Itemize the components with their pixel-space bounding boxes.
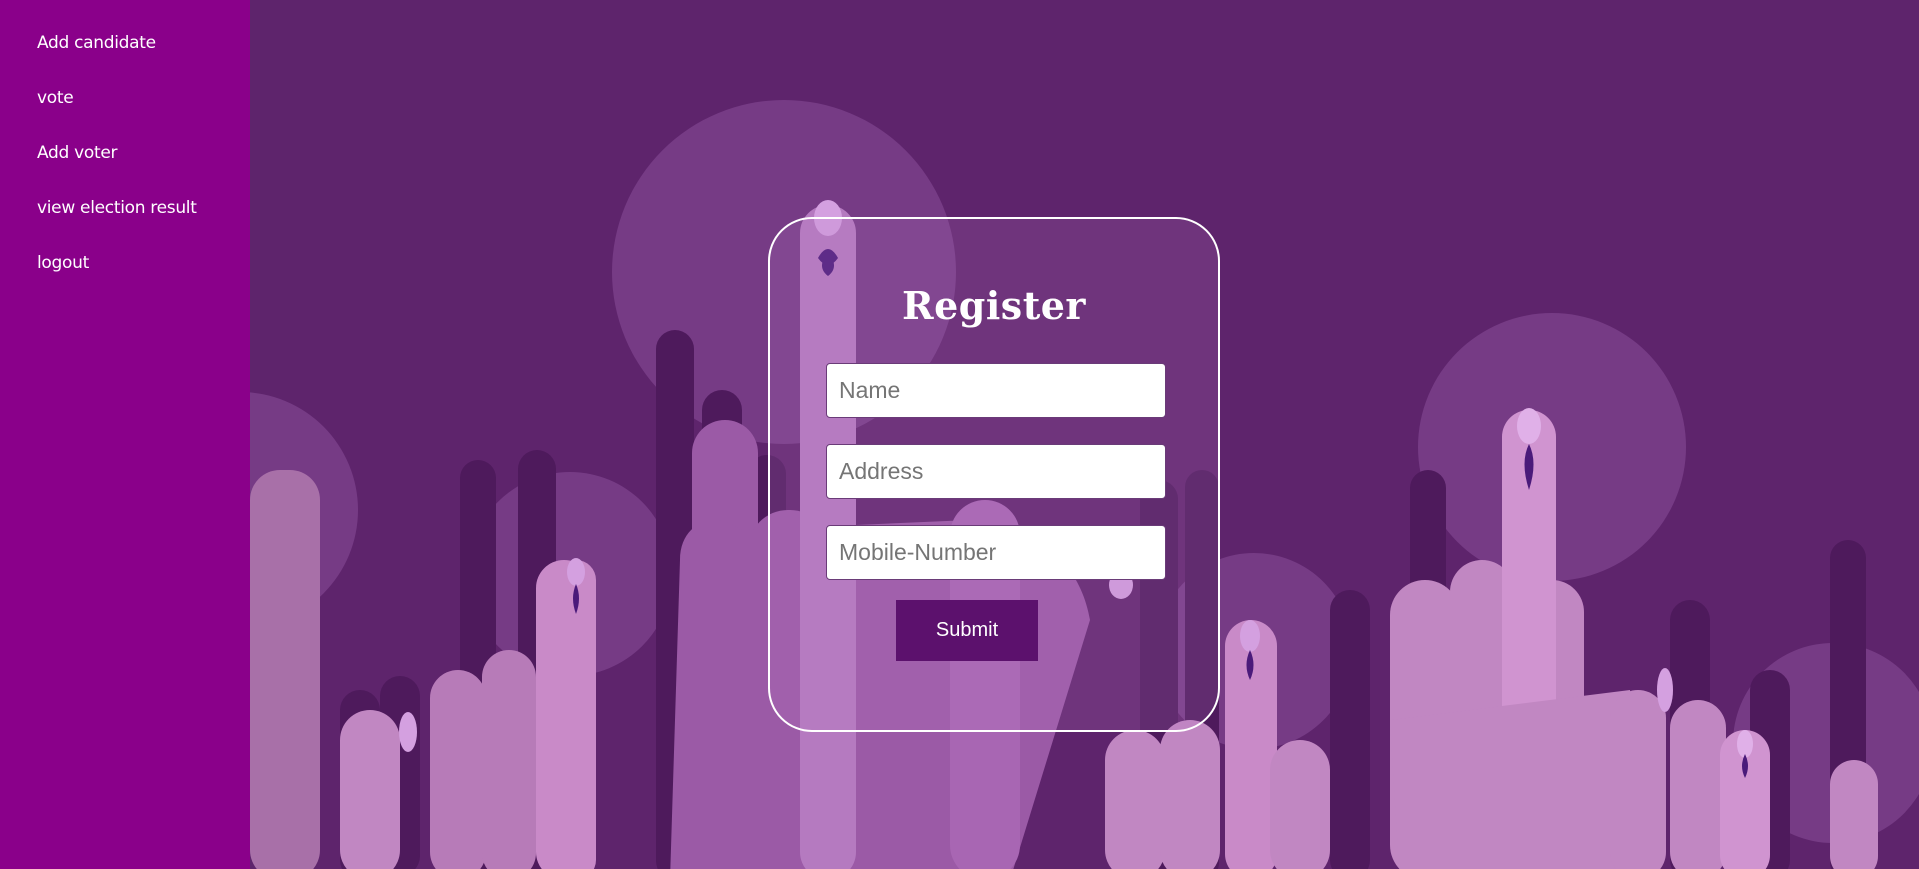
sidebar-item-logout[interactable]: logout [0,246,250,301]
register-form: Register Submit [768,217,1220,732]
app-root: Add candidate vote Add voter view electi… [0,0,1919,869]
main-content: Register Submit [250,0,1919,869]
address-input[interactable] [826,444,1166,499]
sidebar: Add candidate vote Add voter view electi… [0,0,250,869]
sidebar-item-add-voter[interactable]: Add voter [0,136,250,191]
name-input[interactable] [826,363,1166,418]
register-title: Register [902,283,1086,328]
sidebar-item-vote[interactable]: vote [0,81,250,136]
sidebar-item-add-candidate[interactable]: Add candidate [0,26,250,81]
mobile-number-input[interactable] [826,525,1166,580]
sidebar-item-view-election-result[interactable]: view election result [0,191,250,246]
submit-button[interactable]: Submit [896,600,1038,661]
